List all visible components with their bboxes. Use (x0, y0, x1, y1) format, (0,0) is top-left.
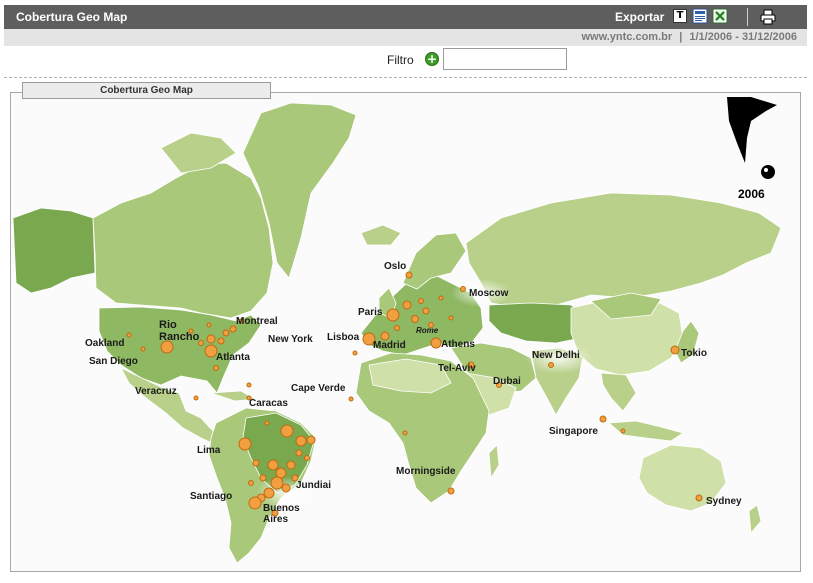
header-bar: Cobertura Geo Map Exportar T (4, 5, 807, 29)
city-label: Lima (197, 445, 221, 456)
world-map[interactable]: Oslo Moscow Paris Rome Lisboa Madrid Ath… (11, 93, 801, 572)
panel-title: Cobertura Geo Map (22, 82, 271, 99)
city-label: Athens (441, 339, 475, 350)
city-label: Dubai (493, 376, 521, 387)
city-label: Montreal (236, 316, 278, 327)
filter-input[interactable] (443, 48, 567, 70)
city-label: Singapore (549, 426, 598, 437)
sub-header: www.yntc.com.br | 1/1/2006 - 31/12/2006 (4, 29, 807, 46)
page-title: Cobertura Geo Map (16, 10, 128, 24)
logo-year: 2006 (738, 187, 765, 201)
city-label: Caracas (249, 398, 288, 409)
city-label: Tokio (681, 348, 707, 359)
city-label: Oslo (384, 261, 406, 272)
site-url: www.yntc.com.br (581, 31, 673, 43)
city-label: Atlanta (216, 352, 250, 363)
map-panel: Oslo Moscow Paris Rome Lisboa Madrid Ath… (10, 92, 801, 572)
city-label: Madrid (373, 340, 406, 351)
city-label: Sydney (706, 496, 742, 507)
city-label: Rome (416, 326, 439, 335)
city-label: Jundiai (296, 480, 331, 491)
print-icon[interactable] (759, 8, 777, 26)
export-label: Exportar (615, 10, 665, 24)
export-text-icon[interactable]: T (673, 9, 687, 23)
export-word-icon[interactable] (692, 8, 708, 29)
city-label: San Diego (89, 356, 138, 367)
city-label: Oakland (85, 338, 124, 349)
date-range: 1/1/2006 - 31/12/2006 (689, 31, 797, 43)
city-label: Cape Verde (291, 383, 346, 394)
add-filter-icon[interactable]: + (425, 52, 439, 66)
city-label: Paris (358, 307, 383, 318)
export-excel-icon[interactable] (712, 8, 728, 29)
meta-info: www.yntc.com.br | 1/1/2006 - 31/12/2006 (581, 31, 797, 43)
city-label: Santiago (190, 491, 232, 502)
city-label: New York (268, 334, 313, 345)
city-label: Veracruz (135, 386, 177, 397)
toolbar-separator (747, 8, 748, 26)
city-label: Lisboa (327, 332, 360, 343)
meta-separator: | (679, 31, 683, 43)
city-label: Tel-Aviv (438, 363, 476, 374)
filter-label: Filtro (387, 53, 414, 67)
city-label: Moscow (469, 288, 509, 299)
city-label: Morningside (396, 466, 456, 477)
city-label: New Delhi (532, 350, 580, 361)
divider (4, 77, 807, 78)
